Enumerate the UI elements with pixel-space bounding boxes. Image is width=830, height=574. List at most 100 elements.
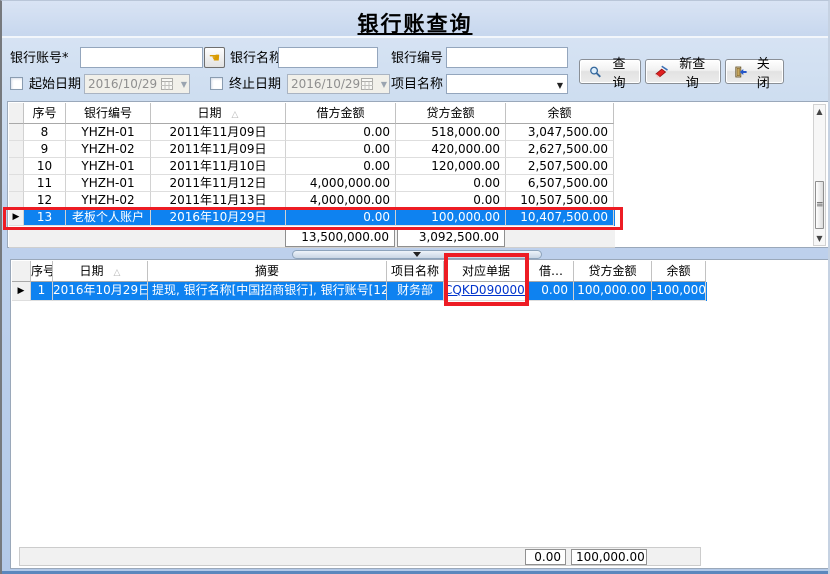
cell-balance[interactable]: 6,507,500.00 xyxy=(506,175,614,192)
cell-date[interactable]: 2011年11月09日 xyxy=(151,141,286,158)
end-date-checkbox[interactable] xyxy=(210,77,223,90)
cell-summary[interactable]: 提现, 银行名称[中国招商银行], 银行账号[12 xyxy=(148,282,387,301)
panel-splitter-handle[interactable] xyxy=(292,250,542,259)
cell-bank-code[interactable]: YHZH-01 xyxy=(66,175,151,192)
cell-document[interactable]: CQKD0900000C xyxy=(444,282,529,301)
close-button[interactable]: 关闭 xyxy=(725,59,784,84)
cell-project[interactable]: 财务部 xyxy=(387,282,444,301)
row-selector xyxy=(9,158,24,175)
cell-bank-code[interactable]: YHZH-02 xyxy=(66,192,151,209)
table-row[interactable]: 9 YHZH-02 2011年11月09日 0.00 420,000.00 2,… xyxy=(9,141,615,158)
cell-credit[interactable]: 100,000.00 xyxy=(396,209,506,226)
bank-name-label: 银行名称 xyxy=(230,51,282,67)
vertical-scrollbar[interactable]: ▲ ≡ ▼ xyxy=(813,104,826,246)
cell-credit[interactable]: 120,000.00 xyxy=(396,158,506,175)
cell-date[interactable]: 2011年11月12日 xyxy=(151,175,286,192)
bank-account-browse-button[interactable]: ☚ xyxy=(204,47,225,68)
cell-credit[interactable]: 420,000.00 xyxy=(396,141,506,158)
cell-balance[interactable]: 2,507,500.00 xyxy=(506,158,614,175)
cell-debit[interactable]: 4,000,000.00 xyxy=(286,192,396,209)
bank-code-label: 银行编号 xyxy=(391,51,443,67)
col-header-bank-code[interactable]: 银行编号 xyxy=(66,103,151,124)
col-header-date[interactable]: 日期△ xyxy=(53,261,148,282)
bank-name-input[interactable] xyxy=(278,47,378,68)
scrollbar-thumb[interactable]: ≡ xyxy=(815,181,824,229)
cell-seq[interactable]: 12 xyxy=(24,192,66,209)
col-header-summary[interactable]: 摘要 xyxy=(148,261,387,282)
cell-debit[interactable]: 4,000,000.00 xyxy=(286,175,396,192)
row-selector xyxy=(9,175,24,192)
cell-date[interactable]: 2011年11月13日 xyxy=(151,192,286,209)
upper-grid: 序号 银行编号 日期△ 借方金额 贷方金额 余额 8 YHZH-01 2011年… xyxy=(9,103,615,226)
col-header-balance[interactable]: 余额 xyxy=(506,103,614,124)
cell-date[interactable]: 2011年11月10日 xyxy=(151,158,286,175)
col-header-debit[interactable]: 借方金额 xyxy=(286,103,396,124)
table-row[interactable]: 12 YHZH-02 2011年11月13日 4,000,000.00 0.00… xyxy=(9,192,615,209)
scroll-up-icon[interactable]: ▲ xyxy=(814,105,825,118)
cell-bank-code[interactable]: YHZH-01 xyxy=(66,124,151,141)
debit-total-box: 13,500,000.00 xyxy=(285,228,395,247)
cell-balance[interactable]: -100,000 xyxy=(652,282,706,301)
cell-bank-code[interactable]: 老板个人账户 xyxy=(66,209,151,226)
cell-balance[interactable]: 3,047,500.00 xyxy=(506,124,614,141)
bank-account-label: 银行账号* xyxy=(10,51,69,67)
bank-code-input[interactable] xyxy=(446,47,568,68)
cell-seq[interactable]: 9 xyxy=(24,141,66,158)
cell-date[interactable]: 2016年10月29日 xyxy=(151,209,286,226)
col-header-seq[interactable]: 序号 xyxy=(24,103,66,124)
cell-bank-code[interactable]: YHZH-02 xyxy=(66,141,151,158)
new-query-button[interactable]: 新查询 xyxy=(645,59,721,84)
table-row[interactable]: 10 YHZH-01 2011年11月10日 0.00 120,000.00 2… xyxy=(9,158,615,175)
cell-debit[interactable]: 0.00 xyxy=(529,282,574,301)
col-header-date[interactable]: 日期△ xyxy=(151,103,286,124)
col-header-credit[interactable]: 贷方金额 xyxy=(396,103,506,124)
row-selector-header xyxy=(9,103,24,124)
cell-credit[interactable]: 518,000.00 xyxy=(396,124,506,141)
cell-balance[interactable]: 10,407,500.00 xyxy=(506,209,614,226)
cell-credit[interactable]: 0.00 xyxy=(396,175,506,192)
cell-debit[interactable]: 0.00 xyxy=(286,158,396,175)
col-header-seq[interactable]: 序号 xyxy=(31,261,53,282)
new-query-button-label: 新查询 xyxy=(673,53,711,91)
brush-icon xyxy=(655,65,668,79)
page-title: 银行账查询 xyxy=(358,1,473,38)
status-credit-total: 100,000.00 xyxy=(571,549,647,565)
cell-seq[interactable]: 1 xyxy=(31,282,53,301)
cell-balance[interactable]: 10,507,500.00 xyxy=(506,192,614,209)
table-row-selected[interactable]: ▶ 13 老板个人账户 2016年10月29日 0.00 100,000.00 … xyxy=(9,209,615,226)
query-button[interactable]: 查询 xyxy=(579,59,641,84)
start-date-field[interactable]: 2016/10/29 ▼ xyxy=(84,74,190,94)
row-selector xyxy=(9,192,24,209)
calendar-icon xyxy=(361,78,373,90)
table-row[interactable]: 8 YHZH-01 2011年11月09日 0.00 518,000.00 3,… xyxy=(9,124,615,141)
col-header-balance[interactable]: 余额 xyxy=(652,261,706,282)
cell-date[interactable]: 2011年11月09日 xyxy=(151,124,286,141)
cell-seq[interactable]: 10 xyxy=(24,158,66,175)
col-header-project[interactable]: 项目名称 xyxy=(387,261,444,282)
bank-account-input[interactable] xyxy=(80,47,203,68)
cell-seq[interactable]: 13 xyxy=(24,209,66,226)
start-date-checkbox[interactable] xyxy=(10,77,23,90)
cell-balance[interactable]: 2,627,500.00 xyxy=(506,141,614,158)
col-header-document[interactable]: 对应单据 xyxy=(444,261,529,282)
cell-credit[interactable]: 0.00 xyxy=(396,192,506,209)
col-header-debit[interactable]: 借… xyxy=(529,261,574,282)
date-dropdown-icon[interactable]: ▼ xyxy=(381,80,387,89)
cell-seq[interactable]: 11 xyxy=(24,175,66,192)
cell-debit[interactable]: 0.00 xyxy=(286,124,396,141)
scroll-down-icon[interactable]: ▼ xyxy=(814,232,825,245)
project-name-combobox[interactable]: ▼ xyxy=(446,74,568,94)
end-date-field[interactable]: 2016/10/29 ▼ xyxy=(287,74,390,94)
cell-bank-code[interactable]: YHZH-01 xyxy=(66,158,151,175)
table-row[interactable]: 11 YHZH-01 2011年11月12日 4,000,000.00 0.00… xyxy=(9,175,615,192)
cell-date[interactable]: 2016年10月29日 xyxy=(53,282,148,301)
detail-row-selected[interactable]: ▶ 1 2016年10月29日 提现, 银行名称[中国招商银行], 银行账号[1… xyxy=(12,282,707,301)
col-header-credit[interactable]: 贷方金额 xyxy=(574,261,652,282)
lower-grid-header: 序号 日期△ 摘要 项目名称 对应单据 借… 贷方金额 余额 xyxy=(12,261,707,282)
cell-debit[interactable]: 0.00 xyxy=(286,209,396,226)
cell-seq[interactable]: 8 xyxy=(24,124,66,141)
date-dropdown-icon[interactable]: ▼ xyxy=(181,80,187,89)
cell-credit[interactable]: 100,000.00 xyxy=(574,282,652,301)
cell-debit[interactable]: 0.00 xyxy=(286,141,396,158)
document-link[interactable]: CQKD0900000C xyxy=(444,283,529,297)
